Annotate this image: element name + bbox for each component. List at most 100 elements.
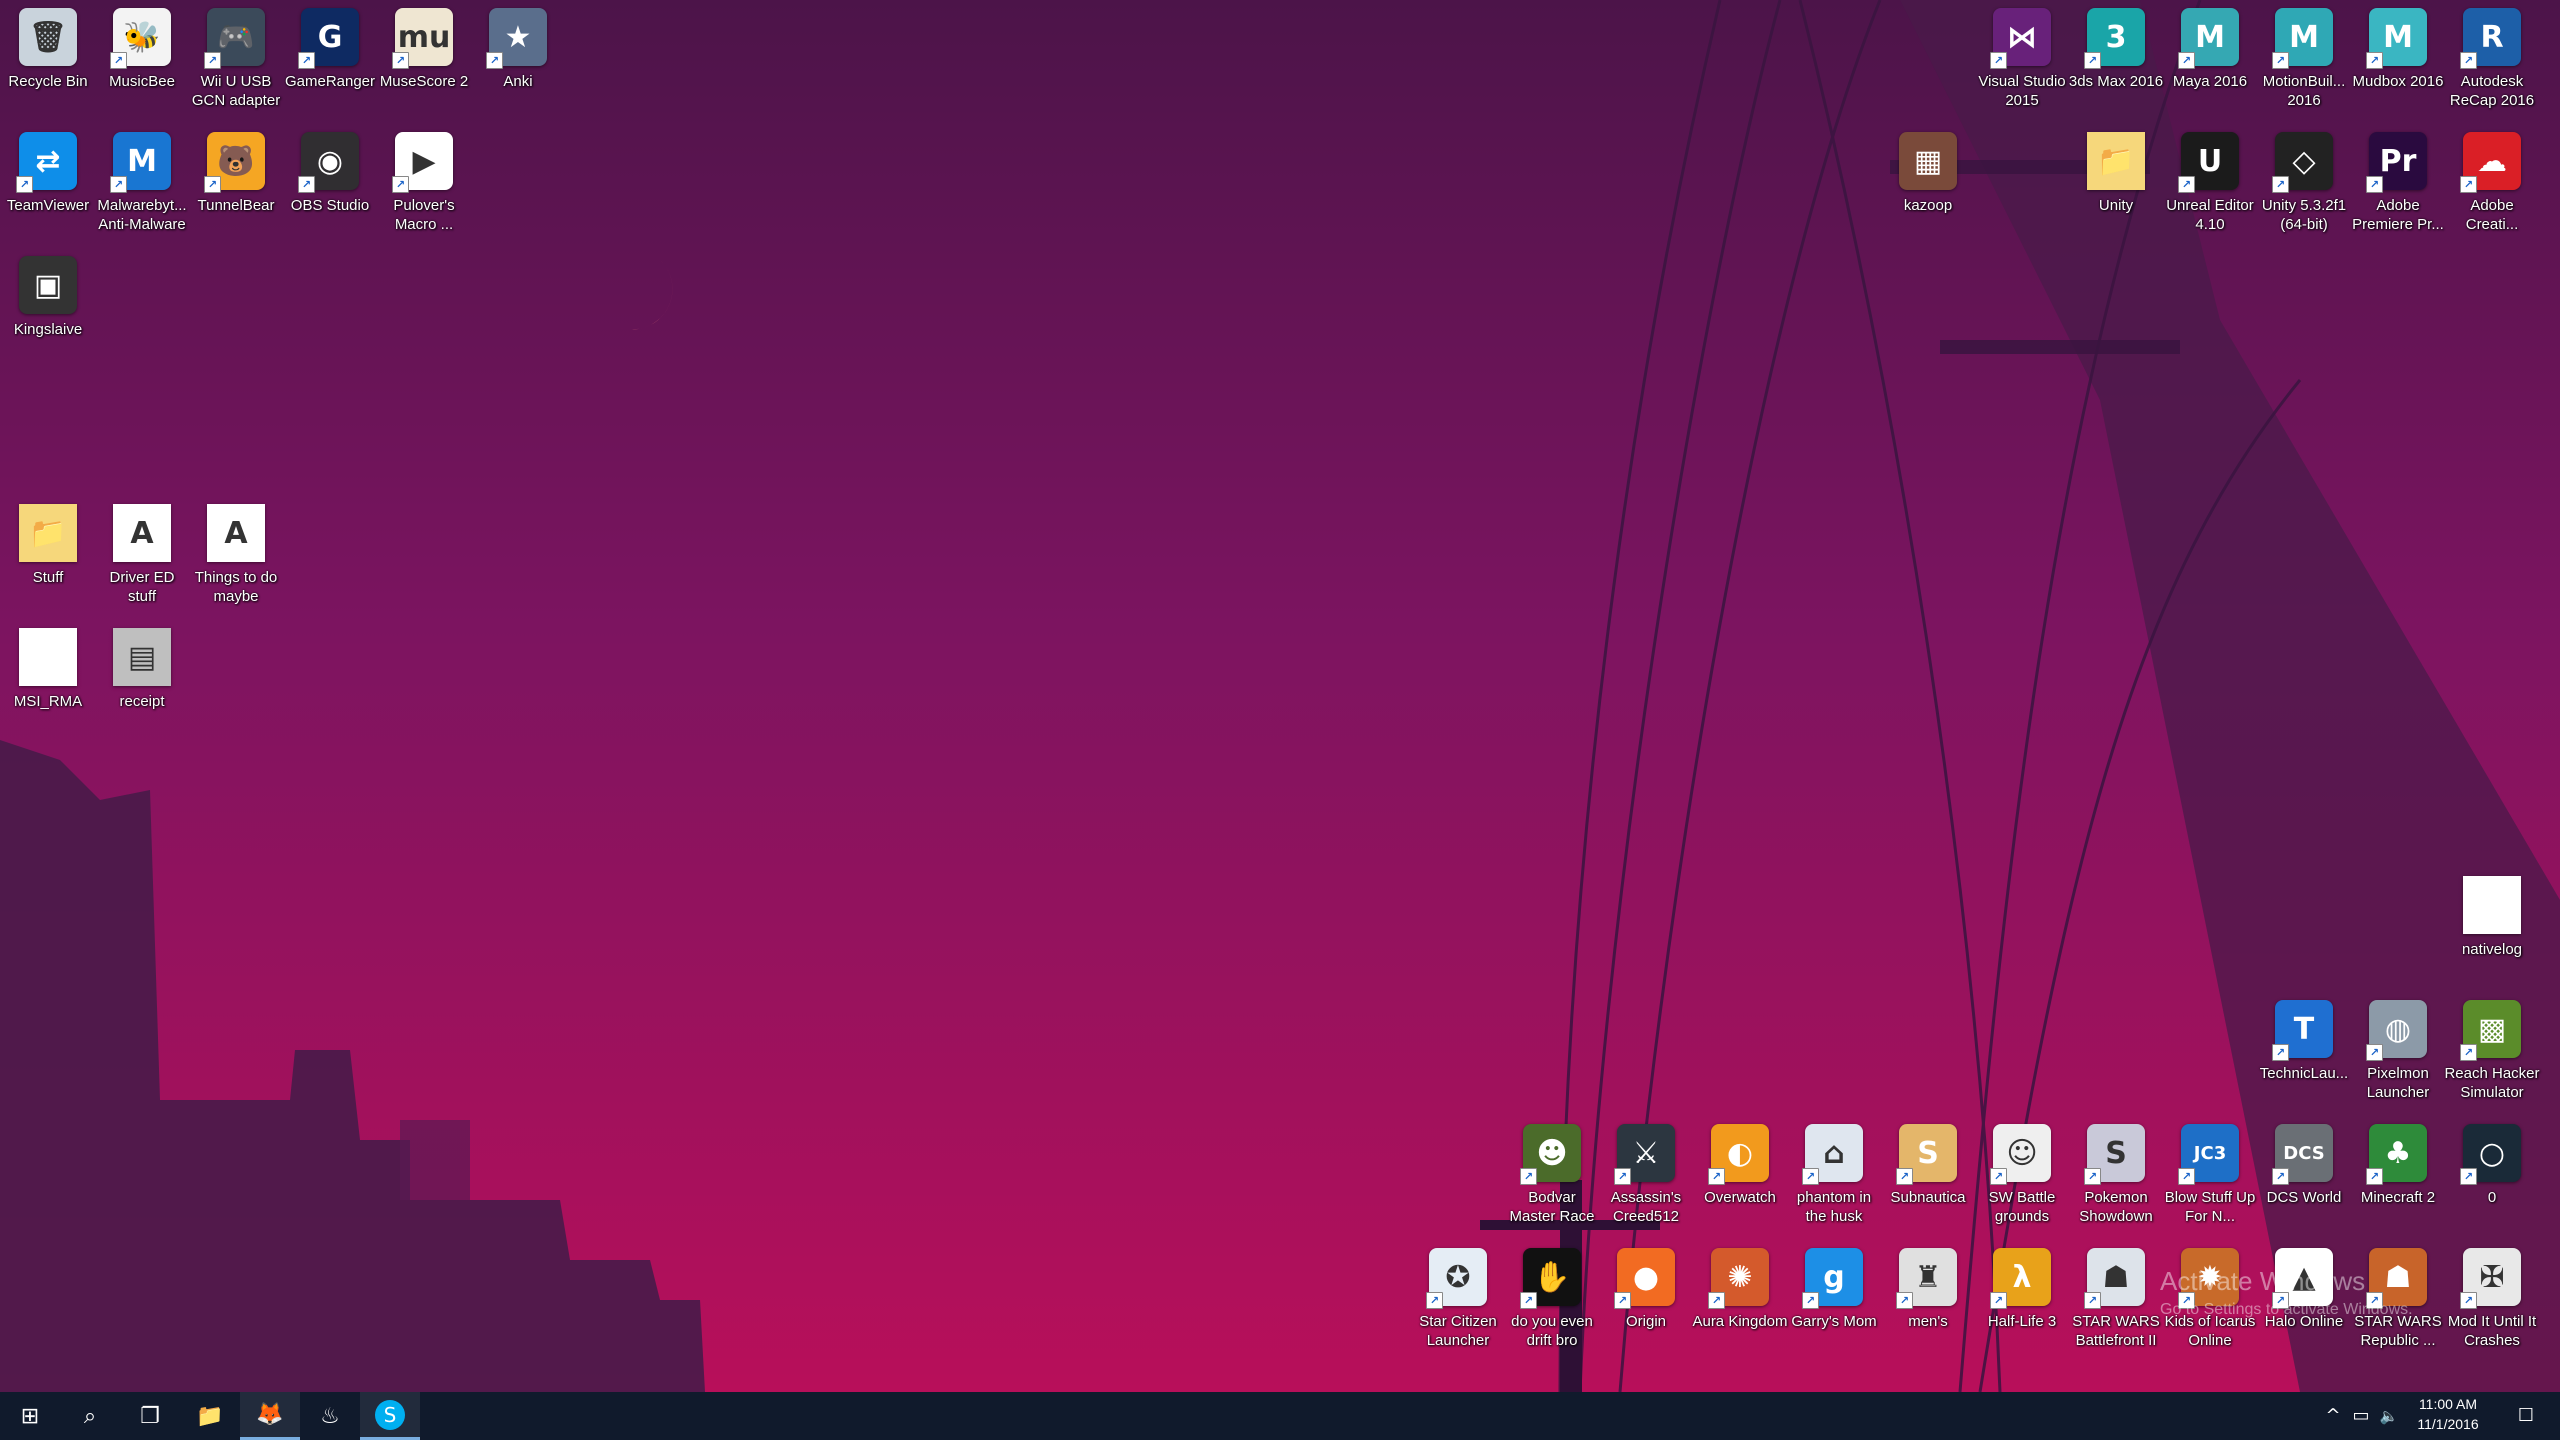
taskbar-skype[interactable]: S <box>360 1392 420 1440</box>
show-hidden-icons-button[interactable]: ^ <box>2320 1400 2346 1432</box>
desktop-icon-unity-5-3-2f1-64-bit[interactable]: ◇ ↗ Unity 5.3.2f1 (64-bit) <box>2258 126 2350 246</box>
desktop-icon-do-you-even-drift-bro[interactable]: ✋ ↗ do you even drift bro <box>1506 1242 1598 1362</box>
desktop-icon-assassin-s-creed512[interactable]: ⚔ ↗ Assassin's Creed512 <box>1600 1118 1692 1238</box>
desktop-icon-label: phantom in the husk <box>1796 1189 1872 1225</box>
task-view-button[interactable]: ❐ <box>120 1392 180 1440</box>
adobe-creati-icon: ☁ ↗ <box>2460 132 2521 193</box>
desktop-icon-star-citizen-launcher[interactable]: ✪ ↗ Star Citizen Launcher <box>1412 1242 1504 1362</box>
bodvar-master-race-icon: ☻ ↗ <box>1520 1124 1581 1185</box>
desktop-icon-origin[interactable]: ● ↗ Origin <box>1600 1242 1692 1362</box>
desktop-icon-label: MSI_RMA <box>13 693 83 710</box>
desktop-icon-mudbox-2016[interactable]: M ↗ Mudbox 2016 <box>2352 2 2444 122</box>
desktop-icon-label: OBS Studio <box>290 197 370 214</box>
desktop-icon-motionbuil-2016[interactable]: M ↗ MotionBuil... 2016 <box>2258 2 2350 122</box>
unity-5-3-2f1-64-bit-icon: ◇ ↗ <box>2272 132 2333 193</box>
clock-date: 11/1/2016 <box>2417 1416 2479 1432</box>
desktop-icon-label: Overwatch <box>1704 1189 1776 1206</box>
taskbar-steam[interactable]: ♨ <box>300 1392 360 1440</box>
desktop-icon-anki[interactable]: ★ ↗ Anki <box>472 2 564 122</box>
desktop-icon-obs-studio[interactable]: ◉ ↗ OBS Studio <box>284 126 376 246</box>
desktop-icon-gameranger[interactable]: G ↗ GameRanger <box>284 2 376 122</box>
desktop-icon-reach-hacker-simulator[interactable]: ▩ ↗ Reach Hacker Simulator <box>2444 994 2540 1114</box>
desktop-icon-aura-kingdom[interactable]: ✺ ↗ Aura Kingdom <box>1692 1242 1788 1362</box>
desktop-icon-unreal-editor-4-10[interactable]: U ↗ Unreal Editor 4.10 <box>2164 126 2256 246</box>
action-center-button[interactable]: ☐ <box>2508 1400 2544 1432</box>
desktop-icon-msi-rma[interactable]: MSI_RMA <box>2 622 94 742</box>
desktop-icon-autodesk-recap-2016[interactable]: R ↗ Autodesk ReCap 2016 <box>2446 2 2538 122</box>
activate-windows-subtitle: Go to Settings to activate Windows. <box>2160 1301 2413 1318</box>
desktop-icon-receipt[interactable]: ▤ receipt <box>96 622 188 742</box>
taskbar-file-explorer[interactable]: 📁 <box>180 1392 240 1440</box>
shortcut-arrow-icon: ↗ <box>1990 1168 2007 1185</box>
desktop-icon-label: Anki <box>503 73 533 90</box>
desktop-icon-label: GameRanger <box>284 73 376 90</box>
desktop-icon-bodvar-master-race[interactable]: ☻ ↗ Bodvar Master Race <box>1506 1118 1598 1238</box>
desktop-icon-men-s[interactable]: ♜ ↗ men's <box>1882 1242 1974 1362</box>
desktop-icon-kazoop[interactable]: ▦ kazoop <box>1882 126 1974 246</box>
notifications-icon: ☐ <box>2517 1405 2535 1426</box>
desktop-icon-teamviewer[interactable]: ⇄ ↗ TeamViewer <box>2 126 94 246</box>
desktop-icon-0[interactable]: ○ ↗ 0 <box>2446 1118 2538 1238</box>
desktop-icon-label: Assassin's Creed512 <box>1610 1189 1682 1225</box>
desktop-icon-unity[interactable]: 📁 Unity <box>2070 126 2162 246</box>
musicbee-icon: 🐝 ↗ <box>110 8 171 69</box>
desktop-icon-recycle-bin[interactable]: 🗑 Recycle Bin <box>2 2 94 122</box>
aura-kingdom-icon: ✺ ↗ <box>1708 1248 1769 1309</box>
desktop-icon-pixelmon-launcher[interactable]: ◍ ↗ Pixelmon Launcher <box>2352 994 2444 1114</box>
subnautica-icon: S ↗ <box>1896 1124 1957 1185</box>
desktop-icon-malwarebyt-anti-malware[interactable]: M ↗ Malwarebyt... Anti-Malware <box>96 126 188 246</box>
taskbar-clock[interactable]: 11:00 AM 11/1/2016 <box>2388 1394 2508 1438</box>
desktop-icon-kingslaive[interactable]: ▣ Kingslaive <box>2 250 94 370</box>
recycle-bin-icon: 🗑 <box>19 8 77 66</box>
desktop-icon-pulover-s-macro[interactable]: ▶ ↗ Pulover's Macro ... <box>378 126 470 246</box>
desktop-icon-tunnelbear[interactable]: 🐻 ↗ TunnelBear <box>190 126 282 246</box>
malwarebyt-anti-malware-icon: M ↗ <box>110 132 171 193</box>
unity-icon: 📁 <box>2087 132 2145 190</box>
desktop-icon-nativelog[interactable]: nativelog <box>2446 870 2538 990</box>
desktop-icon-label: SW Battle grounds <box>1988 1189 2056 1225</box>
windows-logo-icon: ⊞ <box>20 1403 40 1429</box>
desktop-icon-label: Star Citizen Launcher <box>1419 1313 1497 1349</box>
desktop-icon-maya-2016[interactable]: M ↗ Maya 2016 <box>2164 2 2256 122</box>
desktop-icon-minecraft-2[interactable]: ♣ ↗ Minecraft 2 <box>2352 1118 2444 1238</box>
desktop-icon-mod-it-until-it-crashes[interactable]: ✠ ↗ Mod It Until It Crashes <box>2446 1242 2538 1362</box>
kingslaive-icon: ▣ <box>19 256 77 314</box>
desktop-icon-garry-s-mom[interactable]: g ↗ Garry's Mom <box>1788 1242 1880 1362</box>
desktop-icon-half-life-3[interactable]: λ ↗ Half-Life 3 <box>1976 1242 2068 1362</box>
desktop-icon-3ds-max-2016[interactable]: 3 ↗ 3ds Max 2016 <box>2069 2 2163 122</box>
desktop-icon-label: receipt <box>119 693 165 710</box>
dcs-world-icon: DCS ↗ <box>2272 1124 2333 1185</box>
desktop-icon-sw-battle-grounds[interactable]: ☺ ↗ SW Battle grounds <box>1976 1118 2068 1238</box>
obs-studio-icon: ◉ ↗ <box>298 132 359 193</box>
desktop-icon-musicbee[interactable]: 🐝 ↗ MusicBee <box>96 2 188 122</box>
search-button[interactable]: ⌕ <box>60 1392 120 1440</box>
desktop-icon-visual-studio-2015[interactable]: ⋈ ↗ Visual Studio 2015 <box>1976 2 2068 122</box>
half-life-3-icon: λ ↗ <box>1990 1248 2051 1309</box>
desktop-icon-blow-stuff-up-for-n[interactable]: JC3 ↗ Blow Stuff Up For N... <box>2164 1118 2256 1238</box>
desktop-icon-wii-u-usb-gcn-adapter[interactable]: 🎮 ↗ Wii U USB GCN adapter <box>190 2 282 122</box>
desktop-icon-techniclau[interactable]: T ↗ TechnicLau... <box>2258 994 2350 1114</box>
start-button[interactable]: ⊞ <box>0 1392 60 1440</box>
desktop-icon-label: Reach Hacker Simulator <box>2444 1065 2540 1101</box>
desktop-icon-label: Pokemon Showdown <box>2079 1189 2153 1225</box>
overwatch-icon: ◐ ↗ <box>1708 1124 1769 1185</box>
network-icon: ▭ <box>2352 1405 2370 1426</box>
desktop-icon-subnautica[interactable]: S ↗ Subnautica <box>1882 1118 1974 1238</box>
desktop-icon-musescore-2[interactable]: mu ↗ MuseScore 2 <box>378 2 470 122</box>
desktop-icon-overwatch[interactable]: ◐ ↗ Overwatch <box>1694 1118 1786 1238</box>
network-tray-button[interactable]: ▭ <box>2348 1400 2374 1432</box>
taskbar-firefox[interactable]: 🦊 <box>240 1392 300 1440</box>
desktop-icon-stuff[interactable]: 📁 Stuff <box>2 498 94 618</box>
desktop-icon-adobe-premiere-pr[interactable]: Pr ↗ Adobe Premiere Pr... <box>2352 126 2444 246</box>
desktop-icon-phantom-in-the-husk[interactable]: ⌂ ↗ phantom in the husk <box>1788 1118 1880 1238</box>
desktop-icon-driver-ed-stuff[interactable]: A Driver ED stuff <box>96 498 188 618</box>
desktop-icon-pokemon-showdown[interactable]: S ↗ Pokemon Showdown <box>2070 1118 2162 1238</box>
desktop-icon-label: 0 <box>2487 1189 2497 1206</box>
desktop-icon-star-wars-battlefront-ii[interactable]: ☗ ↗ STAR WARS Battlefront II <box>2070 1242 2162 1362</box>
desktop-icon-dcs-world[interactable]: DCS ↗ DCS World <box>2258 1118 2350 1238</box>
desktop-icon-adobe-creati[interactable]: ☁ ↗ Adobe Creati... <box>2446 126 2538 246</box>
shortcut-arrow-icon: ↗ <box>2366 1044 2383 1061</box>
desktop-icon-things-to-do-maybe[interactable]: A Things to do maybe <box>190 498 282 618</box>
tunnelbear-icon: 🐻 ↗ <box>204 132 265 193</box>
kazoop-icon: ▦ <box>1899 132 1957 190</box>
